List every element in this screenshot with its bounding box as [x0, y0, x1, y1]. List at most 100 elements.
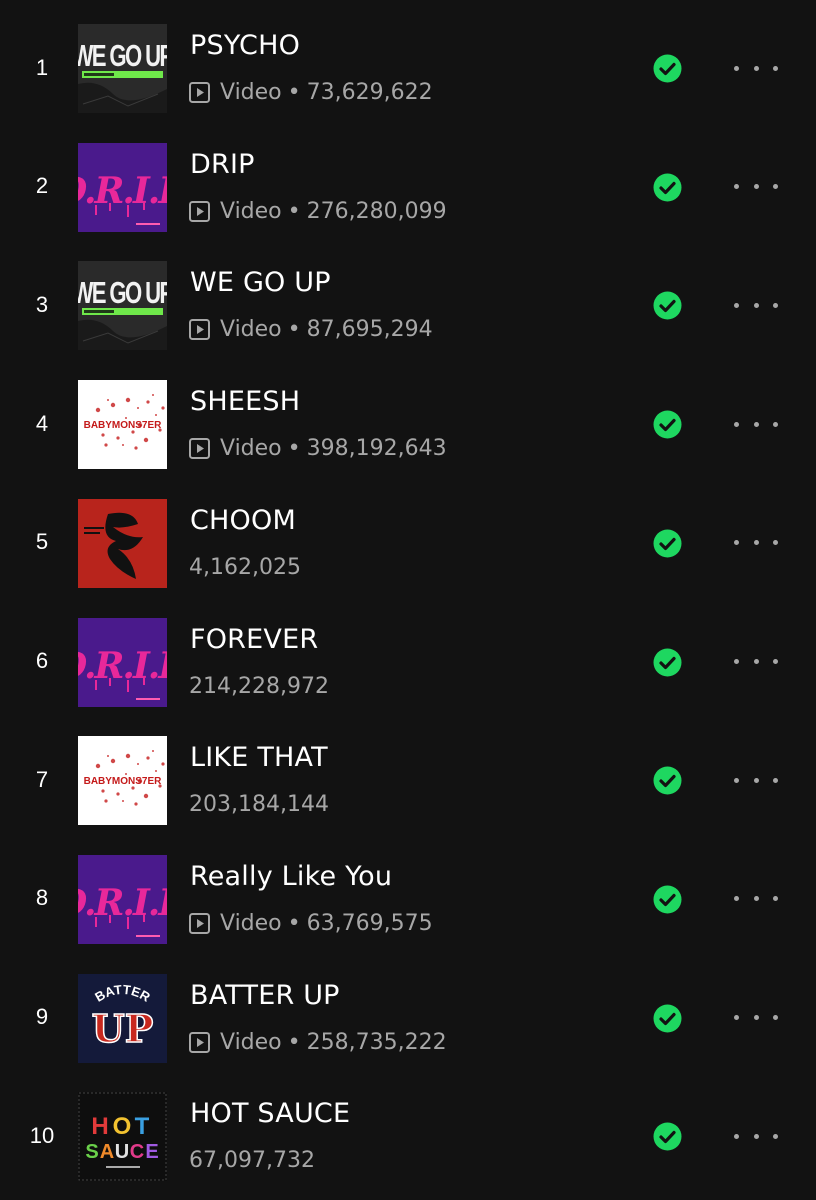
track-title[interactable]: BATTER UP	[190, 980, 340, 1011]
we-go-up-cover[interactable]: WE GO UP	[78, 261, 167, 351]
play-count: 214,228,972	[189, 673, 329, 699]
video-label: Video	[220, 317, 282, 343]
track-row[interactable]: 9 BATTER UP BATTER UP Video • 258,735,222	[0, 958, 816, 1077]
svg-text:U: U	[115, 1141, 129, 1163]
drip-cover[interactable]: D.R.I.P.	[78, 617, 167, 707]
track-row[interactable]: 3 WE GO UP WE GO UP Video•87,695,294	[0, 245, 816, 364]
track-title[interactable]: Really Like You	[190, 861, 392, 892]
more-dot	[773, 184, 778, 190]
more-options-icon[interactable]	[734, 655, 778, 669]
track-rank: 1	[35, 54, 49, 80]
more-dot	[753, 777, 759, 783]
video-label: Video	[220, 80, 282, 105]
more-options-icon[interactable]	[734, 773, 778, 787]
more-dot	[734, 1015, 739, 1021]
more-dot	[734, 540, 739, 546]
more-dot	[773, 1133, 778, 1139]
track-meta: Video • 398,192,643	[189, 436, 447, 461]
track-title[interactable]: FOREVER	[190, 624, 318, 655]
track-meta: Video • 63,769,575	[189, 911, 433, 936]
svg-text:E: E	[145, 1141, 158, 1163]
track-title[interactable]: DRIP	[190, 149, 255, 180]
hot-sauce-cover[interactable]: HOT SAUCE	[78, 1092, 167, 1182]
track-rank: 10	[29, 1122, 55, 1148]
more-dot	[753, 1015, 759, 1021]
svg-text:S: S	[85, 1141, 98, 1163]
track-title[interactable]: WE GO UP	[190, 267, 331, 298]
more-options-icon[interactable]	[734, 180, 778, 194]
more-options-icon[interactable]	[734, 417, 778, 431]
check-circle-icon[interactable]	[653, 648, 682, 677]
video-play-icon	[189, 200, 210, 222]
svg-text:D.R.I.P.: D.R.I.P.	[78, 645, 167, 687]
more-options-icon[interactable]	[734, 892, 778, 906]
check-circle-icon[interactable]	[653, 291, 682, 320]
more-dot	[734, 421, 739, 427]
check-circle-icon[interactable]	[653, 766, 682, 795]
check-circle-icon[interactable]	[653, 1122, 682, 1151]
check-circle-icon[interactable]	[653, 885, 682, 914]
track-title[interactable]: SHEESH	[190, 386, 300, 417]
track-title[interactable]: PSYCHO	[190, 30, 300, 61]
more-dot	[773, 896, 778, 902]
more-dot	[773, 659, 778, 664]
track-row[interactable]: 6 D.R.I.P. FOREVER 214,228,972	[0, 602, 816, 721]
track-row[interactable]: 10 H O T S A U C E HOT SAUCE 67,097,732	[0, 1076, 816, 1195]
track-title[interactable]: LIKE THAT	[190, 742, 328, 773]
play-count: 4,162,025	[189, 554, 301, 580]
babymonster-cover[interactable]: BABYMONS7ER	[78, 380, 167, 470]
more-options-icon[interactable]	[734, 1011, 778, 1025]
more-dot	[773, 540, 778, 546]
video-play-icon	[189, 319, 210, 341]
track-row[interactable]: 5 CHOOM 4,162,025	[0, 483, 816, 602]
track-row[interactable]: 4 BABYMONS7ER SHEESH Video • 398,192,643	[0, 364, 816, 483]
track-meta: 67,097,732	[189, 1148, 315, 1173]
batter-up-cover[interactable]: BATTER UP	[78, 973, 167, 1063]
track-rank: 9	[35, 1004, 49, 1030]
more-options-icon[interactable]	[734, 61, 778, 75]
more-options-icon[interactable]	[734, 298, 778, 312]
svg-text:O: O	[113, 1113, 132, 1140]
track-rank: 5	[35, 529, 49, 555]
svg-text:A: A	[100, 1141, 114, 1163]
track-meta: Video • 258,735,222	[189, 1030, 447, 1055]
video-play-icon	[189, 912, 210, 934]
check-circle-icon[interactable]	[653, 1004, 682, 1033]
track-row[interactable]: 8 D.R.I.P. Really Like You Video•63,769,575	[0, 839, 816, 958]
check-circle-icon[interactable]	[653, 529, 682, 558]
video-label: Video	[220, 198, 282, 224]
babymonster-cover[interactable]: BABYMONS7ER	[78, 736, 167, 826]
track-meta: Video • 87,695,294	[189, 317, 433, 342]
drip-cover[interactable]: D.R.I.P.	[78, 854, 167, 944]
track-rank: 7	[35, 766, 49, 792]
more-dot	[734, 184, 739, 190]
track-row[interactable]: 7 BABYMONS7ER LIKE THAT 203,184,144	[0, 720, 816, 839]
choom-cover[interactable]	[78, 498, 167, 588]
more-dot	[753, 896, 759, 902]
svg-text:D.R.I.P.: D.R.I.P.	[78, 882, 167, 924]
check-circle-icon[interactable]	[653, 173, 682, 202]
check-circle-icon[interactable]	[653, 410, 682, 439]
play-count: 73,629,622	[306, 80, 433, 105]
play-count: 67,097,732	[189, 1148, 315, 1174]
more-dot	[734, 896, 739, 902]
check-circle-icon[interactable]	[653, 54, 682, 83]
track-row[interactable]: 2 D.R.I.P. DRIP Video•276,280,099	[0, 127, 816, 246]
drip-cover[interactable]: D.R.I.P.	[78, 142, 167, 232]
video-label: Video	[220, 910, 282, 936]
more-dot	[753, 302, 759, 308]
track-list: 1WE GO UPPSYCHOVideo•73,629,6222D.R.I.P.…	[0, 0, 816, 1200]
more-options-icon[interactable]	[734, 536, 778, 550]
more-dot	[734, 1133, 739, 1139]
track-row[interactable]: 1 WE GO UP PSYCHO Video•73,629,622	[0, 8, 816, 127]
svg-text:BABYMONS7ER: BABYMONS7ER	[84, 420, 163, 431]
play-count: 276,280,099	[306, 198, 447, 224]
svg-text:UP: UP	[92, 1006, 154, 1051]
track-title[interactable]: CHOOM	[190, 505, 296, 536]
track-meta: 203,184,144	[189, 792, 329, 817]
we-go-up-cover[interactable]: WE GO UP	[78, 24, 167, 113]
svg-text:D.R.I.P.: D.R.I.P.	[78, 170, 167, 212]
video-label: Video	[220, 1029, 282, 1055]
track-title[interactable]: HOT SAUCE	[190, 1098, 350, 1129]
more-options-icon[interactable]	[734, 1129, 778, 1143]
